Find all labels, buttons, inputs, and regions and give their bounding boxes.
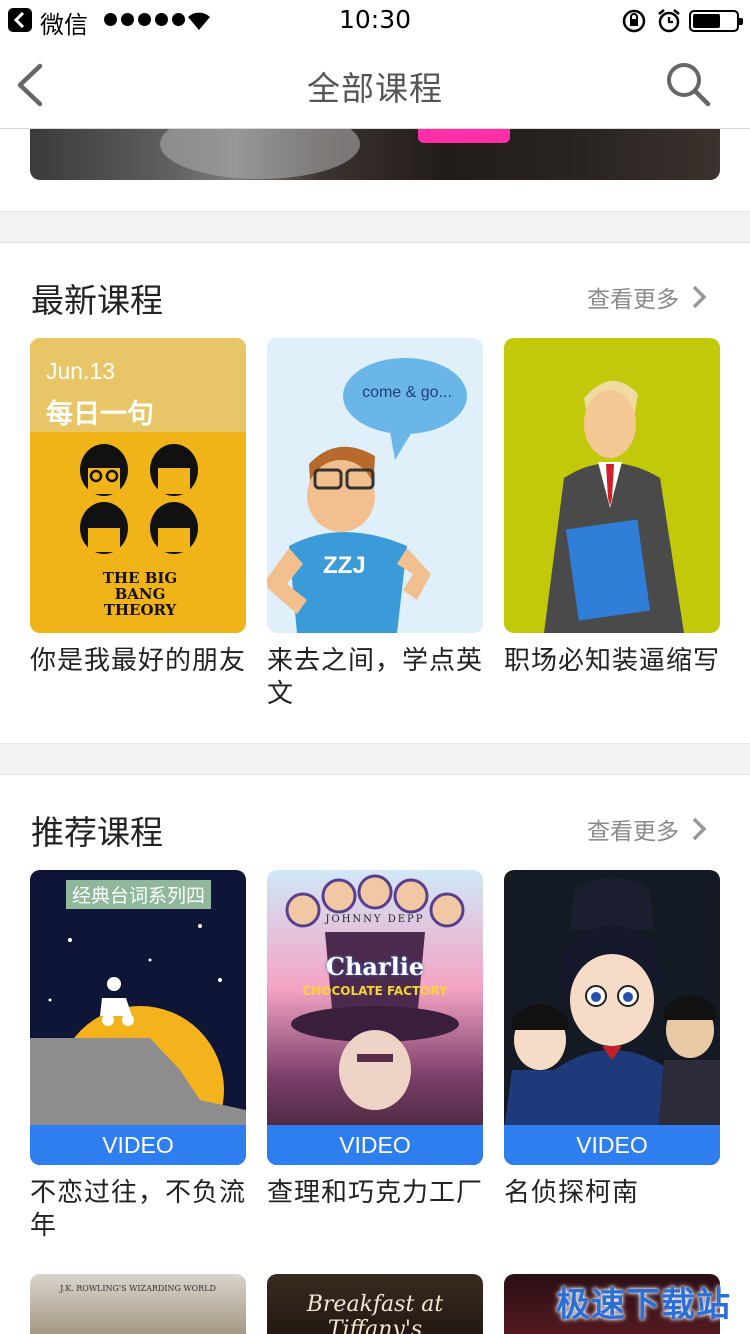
banner-image[interactable] xyxy=(30,129,720,180)
course-card[interactable]: J.K. ROWLING'S WIZARDING WORLD xyxy=(30,1274,246,1334)
rotation-lock-icon xyxy=(622,9,646,33)
course-caption: 不恋过往，不负流年 xyxy=(30,1178,247,1241)
course-thumbnail: come & go... ZZJ xyxy=(267,338,483,633)
page-title: 全部课程 xyxy=(307,69,443,108)
businessman-illustration xyxy=(544,380,684,633)
course-thumbnail: Jun.13 每日一句 THE BIG BANG THEORY xyxy=(30,338,246,633)
thumb-top-text: J.K. ROWLING'S WIZARDING WORLD xyxy=(60,1284,216,1293)
course-thumbnail: 经典台词系列四 VIDEO xyxy=(30,870,246,1165)
course-card[interactable]: 职场必知装逼缩写 xyxy=(504,338,720,678)
course-thumbnail: J.K. ROWLING'S WIZARDING WORLD xyxy=(30,1274,246,1334)
view-more-label: 查看更多 xyxy=(587,287,679,313)
section-title-recommended: 推荐课程 xyxy=(31,813,163,852)
video-badge: VIDEO xyxy=(267,1125,483,1165)
shirt-text: ZZJ xyxy=(323,552,366,579)
video-badge: VIDEO xyxy=(30,1125,246,1165)
thumb-logo: THE BIG BANG THEORY xyxy=(102,569,178,619)
thumb-title: Charlie xyxy=(325,952,425,981)
course-caption: 职场必知装逼缩写 xyxy=(504,646,721,676)
cartoon-boy xyxy=(267,446,431,633)
chevron-right-icon xyxy=(692,817,707,841)
course-caption: 名侦探柯南 xyxy=(504,1178,640,1208)
thumb-title: 每日一句 xyxy=(46,399,154,430)
view-more-latest[interactable]: 查看更多 xyxy=(587,280,707,314)
course-caption: 你是我最好的朋友 xyxy=(30,646,247,676)
nav-bar: 全部课程 xyxy=(0,40,750,129)
course-caption: 查理和巧克力工厂 xyxy=(267,1178,484,1208)
anime-characters-illustration xyxy=(504,877,720,1130)
course-card[interactable]: 经典台词系列四 VIDEO 不恋过往，不负流年 xyxy=(30,870,246,1243)
chevron-right-icon xyxy=(692,285,707,309)
thumb-subtitle: CHOCOLATE FACTORY xyxy=(302,984,448,998)
course-card[interactable]: JOHNNY DEPP Charlie CHOCOLATE FACTORY VI… xyxy=(267,870,483,1210)
thumb-date: Jun.13 xyxy=(46,358,116,384)
faces-illustration xyxy=(80,444,198,554)
alarm-icon xyxy=(658,9,680,33)
section-divider xyxy=(0,211,750,243)
course-card[interactable]: Breakfast at Tiffany's xyxy=(267,1274,483,1334)
search-icon[interactable] xyxy=(664,60,712,108)
thumb-title: Breakfast at Tiffany's xyxy=(306,1292,444,1334)
battery-icon xyxy=(689,10,743,32)
section-divider xyxy=(0,743,750,775)
course-thumbnail: Breakfast at Tiffany's xyxy=(267,1274,483,1334)
course-thumbnail: VIDEO xyxy=(504,870,720,1165)
course-caption: 来去之间，学点英文 xyxy=(267,646,484,709)
course-card[interactable]: Jun.13 每日一句 THE BIG BANG THEORY 你是我最好的朋友 xyxy=(30,338,246,678)
bubble-text: come & go... xyxy=(362,384,452,401)
top-hat-illustration xyxy=(285,874,465,1110)
course-card[interactable]: VIDEO 名侦探柯南 xyxy=(504,870,720,1210)
watermark-text: 极速下载站 xyxy=(556,1285,731,1325)
status-bar: 微信 10:30 xyxy=(0,0,750,40)
course-thumbnail xyxy=(504,338,720,633)
view-more-recommended[interactable]: 查看更多 xyxy=(587,812,707,846)
section-title-latest: 最新课程 xyxy=(31,281,163,320)
course-thumbnail: JOHNNY DEPP Charlie CHOCOLATE FACTORY VI… xyxy=(267,870,483,1165)
view-more-label: 查看更多 xyxy=(587,819,679,845)
moon-scooter-illustration xyxy=(30,924,246,1165)
course-card[interactable]: come & go... ZZJ 来去之间，学点英文 xyxy=(267,338,483,711)
video-badge: VIDEO xyxy=(504,1125,720,1165)
